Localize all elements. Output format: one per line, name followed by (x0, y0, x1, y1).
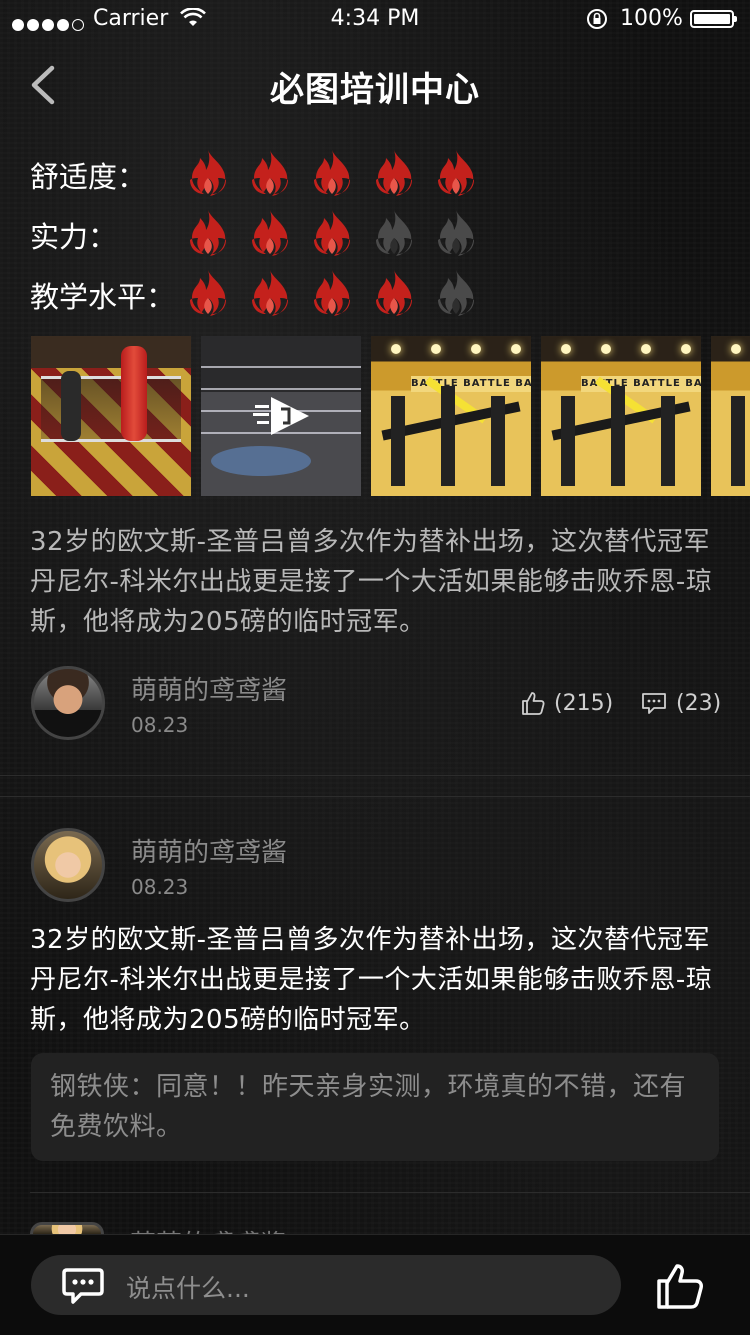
rating-label: 舒适度： (30, 160, 147, 194)
photo-thumbnail[interactable]: BATTLE BATTLE BATTL (541, 336, 701, 496)
photo-thumbnail[interactable] (31, 336, 191, 496)
photo-strip: BATTLE BATTLE BATTL BATTLE BATTLE BATTL (31, 336, 750, 496)
flame-icon-active (190, 150, 226, 196)
flame-icon-active (252, 150, 288, 196)
author-name[interactable]: 萌萌的鸢鸢酱 (131, 670, 287, 707)
comment-count: (23) (676, 690, 722, 716)
flame-icon-active (376, 270, 412, 316)
video-thumbnail[interactable] (201, 336, 361, 496)
page-title: 必图培训中心 (270, 70, 480, 110)
comment-icon (642, 693, 666, 714)
reply-text: 钢铁侠：同意！！昨天亲身实测，环境真的不错，还有免费饮料。 (50, 1072, 687, 1142)
flame-icon-active (252, 210, 288, 256)
battery-percent: 100% (620, 6, 683, 31)
avatar[interactable] (31, 828, 105, 902)
avatar[interactable] (30, 1222, 104, 1234)
divider (30, 1192, 750, 1193)
comment-placeholder: 说点什么... (126, 1274, 250, 1303)
divider (0, 775, 750, 776)
flame-icon-active (190, 210, 226, 256)
status-bar: Carrier 4:34 PM 100% (0, 0, 750, 40)
flame-icon-active (376, 150, 412, 196)
play-icon (253, 397, 309, 435)
post-date: 08.23 (131, 713, 189, 737)
like-count-button[interactable]: (215) (520, 690, 613, 716)
flame-icon-inactive (438, 210, 474, 256)
flame-icon-inactive (438, 270, 474, 316)
avatar[interactable] (31, 666, 105, 740)
flame-icon-active (438, 150, 474, 196)
author-name[interactable]: 萌萌的鸢鸢酱 (131, 832, 287, 869)
flame-icon-active (314, 210, 350, 256)
comment-body: 32岁的欧文斯-圣普吕曾多次作为替补出场，这次替代冠军丹尼尔-科米尔出战更是接了… (30, 925, 713, 1035)
rating-flames (184, 148, 494, 198)
flame-icon-active (252, 270, 288, 316)
photo-thumbnail[interactable] (711, 336, 750, 496)
rating-flames (184, 268, 494, 318)
chat-bubble-icon (62, 1268, 104, 1304)
reply-box[interactable]: 钢铁侠：同意！！昨天亲身实测，环境真的不错，还有免费饮料。 (31, 1053, 719, 1161)
flame-icon-active (190, 270, 226, 316)
rotation-lock-icon (587, 9, 607, 29)
thumbs-up-icon[interactable] (655, 1263, 705, 1309)
comment-date: 08.23 (131, 875, 189, 899)
comment-count-button[interactable]: (23) (640, 690, 721, 716)
flame-icon-active (314, 150, 350, 196)
thumbs-up-icon (522, 692, 545, 715)
rating-flames (184, 208, 494, 258)
flame-icon-active (314, 270, 350, 316)
flame-icon-inactive (376, 210, 412, 256)
author-name[interactable]: 萌萌的鸢鸢酱 (130, 1224, 286, 1234)
post-body: 32岁的欧文斯-圣普吕曾多次作为替补出场，这次替代冠军丹尼尔-科米尔出战更是接了… (30, 527, 713, 637)
battery-icon (690, 10, 737, 28)
photo-thumbnail[interactable]: BATTLE BATTLE BATTL (371, 336, 531, 496)
like-count: (215) (554, 690, 614, 716)
divider (0, 796, 750, 797)
bottom-bar: 说点什么... (0, 1234, 750, 1335)
rating-label: 教学水平： (30, 280, 176, 314)
comment-input[interactable]: 说点什么... (31, 1255, 621, 1315)
rating-label: 实力： (30, 220, 118, 254)
